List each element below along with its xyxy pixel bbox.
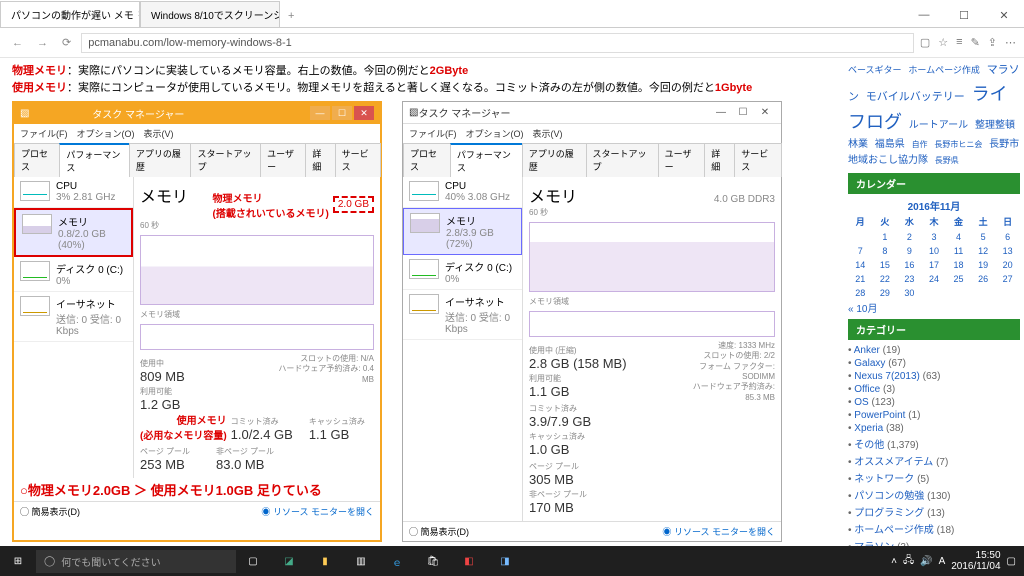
resource-monitor-link[interactable]: ◉ リソース モニターを開く — [261, 505, 374, 518]
sidebar-net[interactable]: イーサネット送信: 0 受信: 0 Kbps — [14, 292, 133, 342]
category-list: Anker (19)Galaxy (67)Nexus 7(2013) (63)O… — [848, 344, 1020, 546]
category-header: カテゴリー — [848, 319, 1020, 340]
maximize-button[interactable]: ☐ — [733, 107, 753, 118]
address-bar: ← → ⟳ pcmanabu.com/low-memory-windows-8-… — [0, 28, 1024, 58]
reader-icon[interactable]: ▢ — [920, 36, 930, 49]
calendar[interactable]: 月火水木金土日 123456 78910111213 1415161718192… — [848, 213, 1020, 300]
category-item[interactable]: その他 (1,379) — [848, 435, 1020, 452]
memory-chart — [529, 222, 775, 292]
sidebar-cpu[interactable]: CPU3% 2.81 GHz — [14, 177, 133, 208]
category-item[interactable]: Office (3) — [848, 383, 1020, 396]
new-tab-button[interactable]: + — [280, 5, 302, 27]
category-item[interactable]: ネットワーク (5) — [848, 469, 1020, 486]
clock[interactable]: 15:502016/11/04 — [951, 550, 1000, 572]
tab-1[interactable]: パソコンの動作が遅い メモ× — [0, 1, 140, 27]
back-button[interactable]: ← — [8, 37, 27, 49]
memory-chart — [140, 235, 374, 305]
task-view-icon[interactable]: ▢ — [236, 546, 270, 576]
category-item[interactable]: Nexus 7(2013) (63) — [848, 370, 1020, 383]
sidebar-net[interactable]: イーサネット送信: 0 受信: 0 Kbps — [403, 290, 522, 340]
network-icon[interactable]: 🖧 — [903, 553, 914, 570]
volume-icon[interactable]: 🔊 — [920, 556, 932, 567]
category-item[interactable]: パソコンの勉強 (130) — [848, 486, 1020, 503]
category-item[interactable]: マラソン (3) — [848, 537, 1020, 546]
app-icon[interactable]: ◪ — [272, 546, 306, 576]
window-titlebar[interactable]: ▧ タスク マネージャー —☐✕ — [403, 102, 781, 124]
memory-composition — [529, 311, 775, 337]
fewer-details[interactable]: ◯ 簡易表示(D) — [409, 525, 469, 538]
app-icon: ▧ — [409, 107, 418, 118]
sidebar-disk[interactable]: ディスク 0 (C:)0% — [403, 255, 522, 290]
maximize-button[interactable]: ☐ — [332, 106, 352, 120]
taskbar[interactable]: ⊞ ◯何でも聞いてください ▢ ◪ ▮ ▥ ｅ 🛍 ◧ ◨ ˄ 🖧 🔊 A 15… — [0, 546, 1024, 576]
browser-titlebar: パソコンの動作が遅い メモ× Windows 8/10でスクリーンショ× + —… — [0, 0, 1024, 28]
minimize-button[interactable]: — — [310, 106, 330, 120]
start-button[interactable]: ⊞ — [0, 556, 36, 567]
forward-button[interactable]: → — [33, 37, 52, 49]
explorer-icon[interactable]: ▮ — [308, 546, 342, 576]
category-item[interactable]: Xperia (38) — [848, 422, 1020, 435]
menu-bar[interactable]: ファイル(F) オプション(O) 表示(V) — [14, 124, 380, 143]
close-button[interactable]: ✕ — [984, 3, 1024, 27]
calendar-header: カレンダー — [848, 173, 1020, 194]
maximize-button[interactable]: ☐ — [944, 3, 984, 27]
category-item[interactable]: オススメアイテム (7) — [848, 452, 1020, 469]
category-item[interactable]: Galaxy (67) — [848, 357, 1020, 370]
refresh-button[interactable]: ⟳ — [58, 36, 75, 49]
task-manager-win10: ▧ タスク マネージャー —☐✕ ファイル(F) オプション(O) 表示(V) … — [402, 101, 782, 542]
resource-monitor-link[interactable]: ◉ リソース モニターを開く — [662, 525, 775, 538]
notification-icon[interactable]: ▢ — [1007, 556, 1016, 567]
sidebar: ベースギター ホームページ作成 マラソン モバイルバッテリー ライフログ ルート… — [844, 58, 1024, 546]
sidebar-disk[interactable]: ディスク 0 (C:)0% — [14, 257, 133, 292]
url-field[interactable]: pcmanabu.com/low-memory-windows-8-1 — [81, 33, 914, 53]
tab-2[interactable]: Windows 8/10でスクリーンショ× — [140, 1, 280, 27]
task-manager-win8: ▧ タスク マネージャー —☐✕ ファイル(F) オプション(O) 表示(V) … — [12, 101, 382, 542]
article-body: 物理メモリ：実際にパソコンに実装しているメモリ容量。右上の数値。今回の例だと2G… — [0, 58, 844, 546]
app-icon[interactable]: ◨ — [488, 546, 522, 576]
cortana-icon: ◯ — [44, 556, 55, 567]
tab-strip: プロセス パフォーマンス アプリの履歴 スタートアップ ユーザー 詳細 サービス — [403, 143, 781, 177]
minimize-button[interactable]: — — [711, 107, 731, 118]
star-icon[interactable]: ☆ — [938, 36, 948, 49]
tray-up-icon[interactable]: ˄ — [891, 556, 897, 567]
share-icon[interactable]: ⇪ — [988, 36, 997, 49]
close-button[interactable]: ✕ — [755, 107, 775, 118]
note-icon[interactable]: ✎ — [971, 36, 980, 49]
app-icon[interactable]: ◧ — [452, 546, 486, 576]
memory-composition — [140, 324, 374, 350]
minimize-button[interactable]: — — [904, 3, 944, 27]
prev-month-link[interactable]: « 10月 — [848, 304, 877, 315]
more-icon[interactable]: ⋯ — [1005, 36, 1016, 49]
sidebar: CPU3% 2.81 GHz メモリ0.8/2.0 GB (40%) ディスク … — [14, 177, 134, 478]
window-titlebar[interactable]: ▧ タスク マネージャー —☐✕ — [14, 103, 380, 124]
category-item[interactable]: OS (123) — [848, 396, 1020, 409]
category-item[interactable]: ホームページ作成 (18) — [848, 520, 1020, 537]
sidebar-memory[interactable]: メモリ0.8/2.0 GB (40%) — [14, 208, 133, 257]
category-item[interactable]: Anker (19) — [848, 344, 1020, 357]
edge-icon[interactable]: ｅ — [380, 546, 414, 576]
sidebar-memory[interactable]: メモリ2.8/3.9 GB (72%) — [403, 208, 522, 255]
menu-bar[interactable]: ファイル(F) オプション(O) 表示(V) — [403, 124, 781, 143]
category-item[interactable]: PowerPoint (1) — [848, 409, 1020, 422]
app-icon[interactable]: ▥ — [344, 546, 378, 576]
close-button[interactable]: ✕ — [354, 106, 374, 120]
category-item[interactable]: プログラミング (13) — [848, 503, 1020, 520]
sidebar-cpu[interactable]: CPU40% 3.08 GHz — [403, 177, 522, 208]
fewer-details[interactable]: ◯ 簡易表示(D) — [20, 505, 80, 518]
sidebar: CPU40% 3.08 GHz メモリ2.8/3.9 GB (72%) ディスク… — [403, 177, 523, 521]
store-icon[interactable]: 🛍 — [416, 546, 450, 576]
tab-strip: プロセス パフォーマンス アプリの履歴 スタートアップ ユーザー 詳細 サービス — [14, 143, 380, 177]
cortana-search[interactable]: ◯何でも聞いてください — [36, 550, 236, 573]
ime-icon[interactable]: A — [939, 556, 946, 567]
app-icon: ▧ — [20, 108, 29, 119]
hub-icon[interactable]: ≡ — [956, 36, 962, 49]
tag-cloud[interactable]: ベースギター ホームページ作成 マラソン モバイルバッテリー ライフログ ルート… — [848, 62, 1020, 169]
